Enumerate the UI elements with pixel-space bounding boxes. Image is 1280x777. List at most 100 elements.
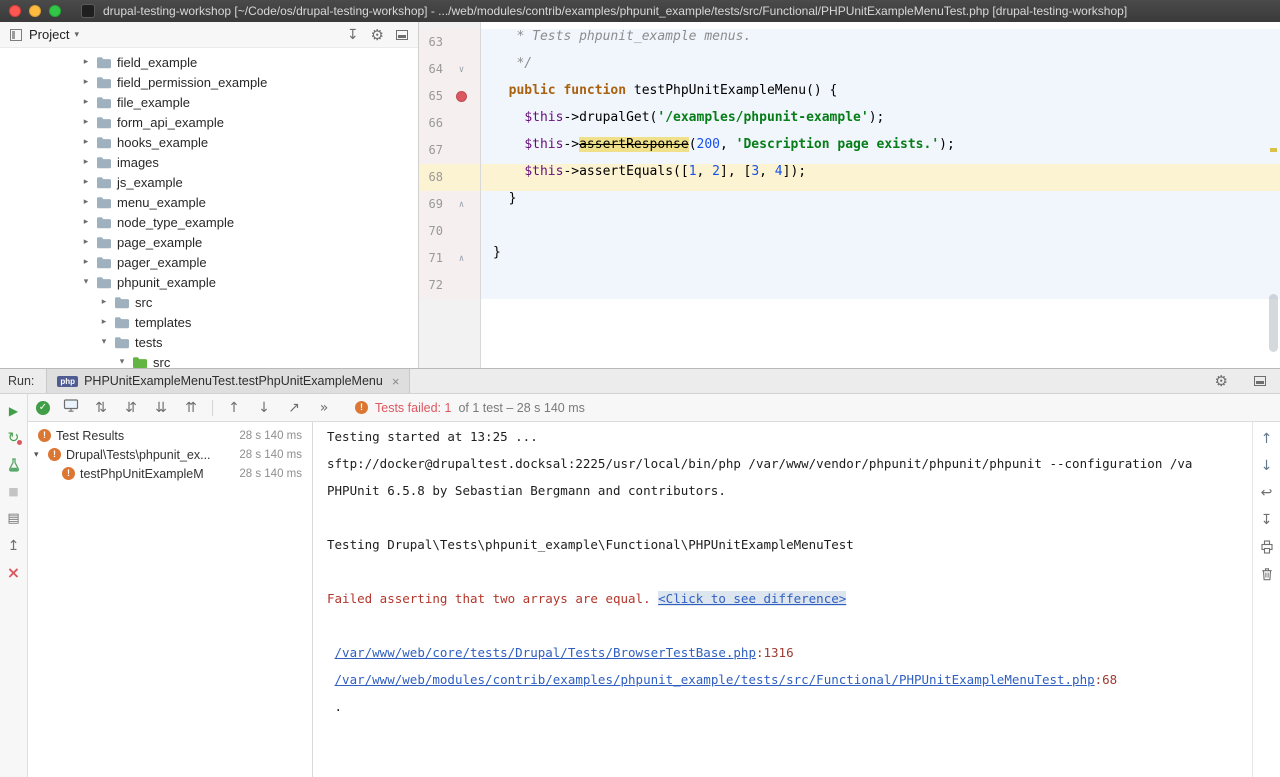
editor-line-gutter[interactable]: 70: [419, 218, 481, 245]
project-tree-item[interactable]: ▸pager_example: [0, 252, 418, 272]
editor-line[interactable]: 65 public function testPhpUnitExampleMen…: [419, 83, 1280, 110]
editor-line[interactable]: 68 $this->assertEquals([1, 2], [3, 4]);: [419, 164, 1280, 191]
editor[interactable]: 63 * Tests phpunit_example menus.64∨ */6…: [418, 22, 1280, 368]
project-tree-item[interactable]: ▸src: [0, 292, 418, 312]
project-tree-item[interactable]: ▸form_api_example: [0, 112, 418, 132]
editor-line-gutter[interactable]: 68: [419, 164, 481, 191]
test-class-row[interactable]: ▾ ! Drupal\Tests\phpunit_ex... 28 s 140 …: [28, 445, 312, 464]
chevron-right-icon[interactable]: ▸: [78, 77, 94, 87]
export-test-results-button[interactable]: ↥: [8, 538, 20, 554]
more-actions-icon[interactable]: »: [315, 400, 333, 416]
show-console-button[interactable]: [62, 398, 80, 417]
project-tree-item[interactable]: ▸field_permission_example: [0, 72, 418, 92]
open-source-button[interactable]: ↗: [285, 400, 303, 416]
fold-icon[interactable]: ∧: [443, 245, 480, 272]
hide-panel-icon[interactable]: [396, 30, 408, 40]
chevron-right-icon[interactable]: ▸: [78, 197, 94, 207]
chevron-right-icon[interactable]: ▸: [96, 317, 112, 327]
project-tree-item[interactable]: ▾phpunit_example: [0, 272, 418, 292]
test-console[interactable]: Testing started at 13:25 ...sftp://docke…: [313, 422, 1252, 777]
editor-line[interactable]: 63 * Tests phpunit_example menus.: [419, 29, 1280, 56]
toggle-auto-test-button[interactable]: [6, 457, 22, 473]
collapse-all-icon[interactable]: ↧: [347, 27, 359, 43]
project-tree-item[interactable]: ▸js_example: [0, 172, 418, 192]
chevron-down-icon[interactable]: ▾: [74, 29, 79, 40]
chevron-down-icon[interactable]: ▾: [34, 450, 48, 460]
error-stripe-mark[interactable]: [1270, 148, 1277, 152]
project-tree-item[interactable]: ▸templates: [0, 312, 418, 332]
console-link[interactable]: /var/www/web/modules/contrib/examples/ph…: [335, 672, 1095, 687]
project-tree-item[interactable]: ▸hooks_example: [0, 132, 418, 152]
collapse-all-button[interactable]: ⇈: [182, 400, 200, 416]
project-tree-item[interactable]: ▾tests: [0, 332, 418, 352]
sort-by-duration-button[interactable]: ⇵: [122, 400, 140, 416]
editor-line-gutter[interactable]: 66: [419, 110, 481, 137]
chevron-right-icon[interactable]: ▸: [78, 217, 94, 227]
chevron-right-icon[interactable]: ▸: [78, 57, 94, 67]
project-tree-item[interactable]: ▸node_type_example: [0, 212, 418, 232]
fold-icon[interactable]: ∧: [443, 191, 480, 218]
soft-wrap-button[interactable]: ↩: [1261, 485, 1273, 501]
editor-line[interactable]: 69∧ }: [419, 191, 1280, 218]
editor-line[interactable]: 67 $this->assertResponse(200, 'Descripti…: [419, 137, 1280, 164]
rerun-tests-button[interactable]: ▶: [9, 403, 18, 419]
editor-line-gutter[interactable]: 65: [419, 83, 481, 110]
minimize-window-button[interactable]: [29, 5, 41, 17]
gear-icon[interactable]: ⚙: [371, 26, 384, 44]
sort-alphabetically-button[interactable]: ⇅: [92, 400, 110, 416]
run-tab[interactable]: php PHPUnitExampleMenuTest.testPhpUnitEx…: [46, 369, 410, 393]
up-stacktrace-button[interactable]: ↑: [1261, 431, 1273, 447]
down-stacktrace-button[interactable]: ↓: [1261, 458, 1273, 474]
editor-line[interactable]: 64∨ */: [419, 56, 1280, 83]
test-history-button[interactable]: ▤: [7, 511, 19, 527]
fold-icon[interactable]: ∨: [443, 56, 480, 83]
project-tree-item[interactable]: ▸menu_example: [0, 192, 418, 212]
project-tree-item[interactable]: ▸images: [0, 152, 418, 172]
chevron-right-icon[interactable]: ▸: [96, 297, 112, 307]
chevron-right-icon[interactable]: ▸: [78, 137, 94, 147]
editor-line[interactable]: 70: [419, 218, 1280, 245]
chevron-right-icon[interactable]: ▸: [78, 117, 94, 127]
test-method-row[interactable]: ! testPhpUnitExampleM 28 s 140 ms: [28, 464, 312, 483]
project-tree-item[interactable]: ▸field_example: [0, 52, 418, 72]
clear-console-button[interactable]: [1259, 566, 1275, 582]
editor-line[interactable]: 72: [419, 272, 1280, 299]
editor-scrollbar[interactable]: [1269, 294, 1278, 352]
console-link[interactable]: /var/www/web/core/tests/Drupal/Tests/Bro…: [335, 645, 756, 660]
editor-line-gutter[interactable]: 71∧: [419, 245, 481, 272]
console-link[interactable]: <Click to see difference>: [658, 591, 846, 606]
editor-line[interactable]: 66 $this->drupalGet('/examples/phpunit-e…: [419, 110, 1280, 137]
chevron-down-icon[interactable]: ▾: [114, 357, 130, 367]
editor-line[interactable]: 71∧}: [419, 245, 1280, 272]
chevron-right-icon[interactable]: ▸: [78, 257, 94, 267]
chevron-right-icon[interactable]: ▸: [78, 97, 94, 107]
editor-line-gutter[interactable]: 63: [419, 29, 481, 56]
failed-test-marker-icon[interactable]: [443, 83, 480, 110]
close-run-panel-button[interactable]: ×: [7, 565, 20, 581]
editor-line-gutter[interactable]: 69∧: [419, 191, 481, 218]
print-button[interactable]: [1259, 539, 1275, 555]
expand-all-button[interactable]: ⇊: [152, 400, 170, 416]
close-window-button[interactable]: [9, 5, 21, 17]
stop-button[interactable]: ■: [8, 484, 18, 500]
previous-failed-test-button[interactable]: ↑: [225, 400, 243, 416]
zoom-window-button[interactable]: [49, 5, 61, 17]
chevron-right-icon[interactable]: ▸: [78, 157, 94, 167]
rerun-failed-tests-button[interactable]: ↻: [8, 430, 20, 446]
chevron-right-icon[interactable]: ▸: [78, 237, 94, 247]
editor-line-gutter[interactable]: 67: [419, 137, 481, 164]
project-tree-item[interactable]: ▸page_example: [0, 232, 418, 252]
close-tab-icon[interactable]: ×: [392, 374, 400, 389]
gear-icon[interactable]: ⚙: [1215, 372, 1228, 390]
project-tree-item[interactable]: ▾src: [0, 352, 418, 368]
hide-panel-icon[interactable]: [1254, 376, 1266, 386]
editor-line-gutter[interactable]: 64∨: [419, 56, 481, 83]
chevron-down-icon[interactable]: ▾: [78, 277, 94, 287]
test-results-row[interactable]: ! Test Results 28 s 140 ms: [28, 426, 312, 445]
project-tree-item[interactable]: ▸file_example: [0, 92, 418, 112]
chevron-right-icon[interactable]: ▸: [78, 177, 94, 187]
next-failed-test-button[interactable]: ↓: [255, 400, 273, 416]
show-passed-button[interactable]: ✓: [36, 401, 50, 415]
editor-line-gutter[interactable]: 72: [419, 272, 481, 299]
scroll-to-end-button[interactable]: ↧: [1261, 512, 1273, 528]
